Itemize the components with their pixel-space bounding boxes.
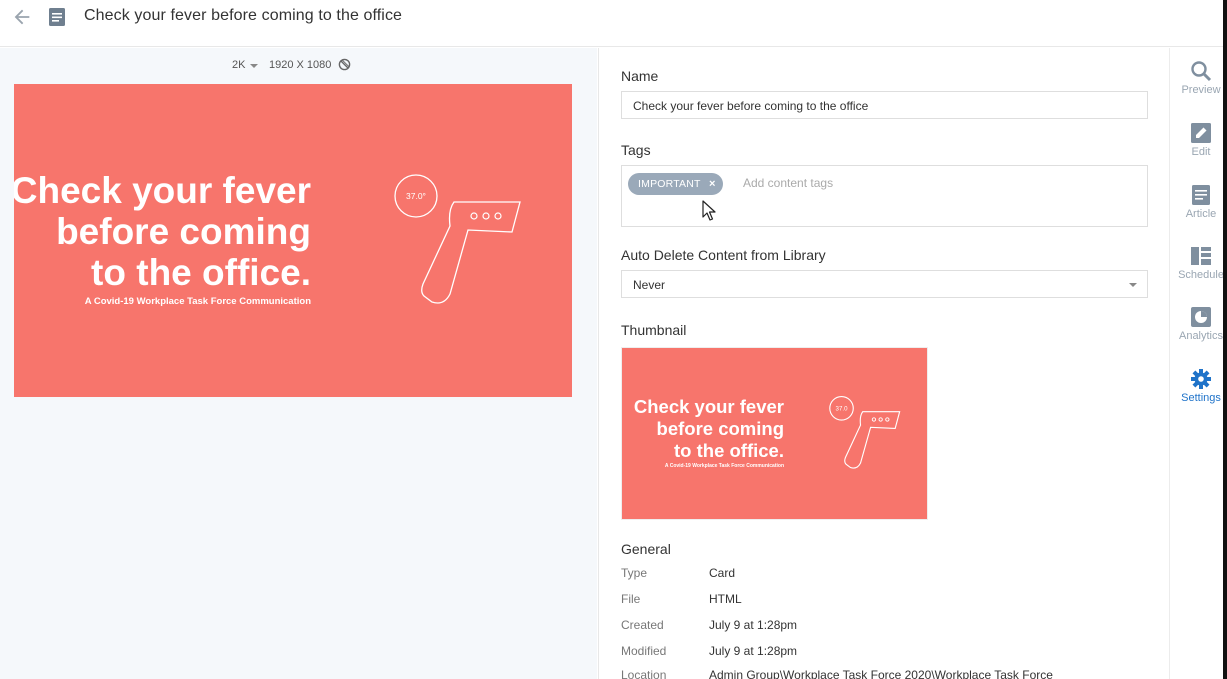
auto-delete-value: Never (633, 278, 666, 292)
thumbnail-headline: Check your fever before coming to the of… (634, 396, 784, 462)
auto-delete-label: Auto Delete Content from Library (621, 247, 826, 263)
thumbnail-headline-line: before coming (656, 418, 784, 439)
page-title: Check your fever before coming to the of… (84, 7, 403, 24)
tool-label: Schedule (1178, 269, 1224, 281)
tag-chip[interactable]: IMPORTANT × (628, 173, 723, 195)
name-field[interactable]: Check your fever before coming to the of… (621, 91, 1148, 119)
slide-headline: Check your fever before coming to the of… (14, 170, 311, 293)
preview-pane: 2K 1920 X 1080 Check your fever before c… (0, 48, 597, 679)
name-label: Name (621, 68, 659, 84)
auto-delete-select[interactable]: Never (621, 270, 1148, 298)
magnifier-icon (1191, 61, 1212, 82)
slide-subtitle: A Covid-19 Workplace Task Force Communic… (84, 296, 311, 307)
details-pane: Name Check your fever before coming to t… (598, 48, 1169, 679)
tool-label: Article (1185, 208, 1217, 220)
thermometer-illustration: 37.0° (394, 174, 521, 304)
info-key: Created (621, 618, 664, 632)
pencil-icon (1191, 123, 1211, 143)
thermometer-reading: 37.0° (406, 191, 426, 201)
thumbnail-image[interactable]: Check your fever before coming to the of… (621, 347, 928, 520)
chevron-down-icon[interactable] (250, 64, 258, 68)
slide-preview: Check your fever before coming to the of… (14, 84, 572, 397)
info-value: HTML (709, 592, 742, 606)
tool-label: Preview (1181, 84, 1221, 96)
info-value: July 9 at 1:28pm (709, 618, 798, 632)
no-symbol-icon[interactable] (338, 58, 351, 71)
gear-icon (1191, 369, 1211, 389)
slide-headline-line: Check your fever (14, 170, 311, 211)
info-row-type: Type Card (621, 566, 1151, 584)
tool-analytics[interactable]: Analytics (1170, 306, 1227, 356)
tool-label: Settings (1181, 392, 1221, 404)
schedule-icon (1191, 247, 1211, 265)
article-icon (1192, 185, 1210, 205)
thermometer-reading: 37.0 (836, 406, 849, 413)
chevron-down-icon[interactable] (1129, 283, 1137, 287)
resolution-bar: 2K 1920 X 1080 (0, 58, 597, 74)
tool-label: Analytics (1178, 330, 1224, 342)
tags-label: Tags (621, 142, 651, 158)
general-section-title: General (621, 541, 671, 557)
info-row-created: Created July 9 at 1:28pm (621, 618, 1151, 636)
header-bar: Check your fever before coming to the of… (0, 0, 1227, 47)
info-row-modified: Modified July 9 at 1:28pm (621, 644, 1151, 662)
thumbnail-subtitle: A Covid-19 Workplace Task Force Communic… (664, 463, 784, 469)
tool-edit[interactable]: Edit (1170, 122, 1227, 172)
resolution-select[interactable]: 2K (232, 59, 245, 71)
info-key: File (621, 592, 641, 606)
thumbnail-headline-line: Check your fever (633, 396, 784, 417)
info-key: Type (621, 566, 648, 580)
info-key: Location (621, 668, 667, 679)
tags-field[interactable]: IMPORTANT × (621, 165, 1148, 227)
info-value: Card (709, 566, 736, 580)
tool-article[interactable]: Article (1170, 184, 1227, 234)
right-toolbar: Preview Edit Article Schedule Analytics … (1169, 48, 1227, 679)
tool-preview[interactable]: Preview (1170, 60, 1227, 110)
document-icon (49, 8, 65, 26)
tool-settings[interactable]: Settings (1170, 368, 1227, 418)
window-edge (1223, 0, 1227, 679)
slide-headline-line: before coming (56, 211, 311, 252)
thumbnail-headline-line: to the office. (674, 440, 784, 461)
info-row-location: Location Admin Group\Workplace Task Forc… (621, 668, 1151, 679)
tags-input[interactable] (743, 174, 1043, 192)
slide-headline-line: to the office. (91, 252, 311, 293)
info-value: Admin Group\Workplace Task Force 2020\Wo… (709, 668, 1053, 679)
tool-label: Edit (1191, 146, 1211, 158)
info-key: Modified (621, 644, 667, 658)
dimensions-text: 1920 X 1080 (269, 59, 332, 71)
analytics-icon (1191, 307, 1211, 327)
mouse-cursor-icon (702, 200, 716, 221)
tool-schedule[interactable]: Schedule (1170, 245, 1227, 295)
arrow-left-icon[interactable] (11, 6, 33, 28)
info-value: July 9 at 1:28pm (709, 644, 798, 658)
close-icon[interactable]: × (709, 173, 716, 195)
info-row-file: File HTML (621, 592, 1151, 610)
thermometer-illustration: 37.0 (829, 396, 901, 469)
tag-chip-label: IMPORTANT (638, 178, 701, 190)
thumbnail-label: Thumbnail (621, 322, 687, 338)
